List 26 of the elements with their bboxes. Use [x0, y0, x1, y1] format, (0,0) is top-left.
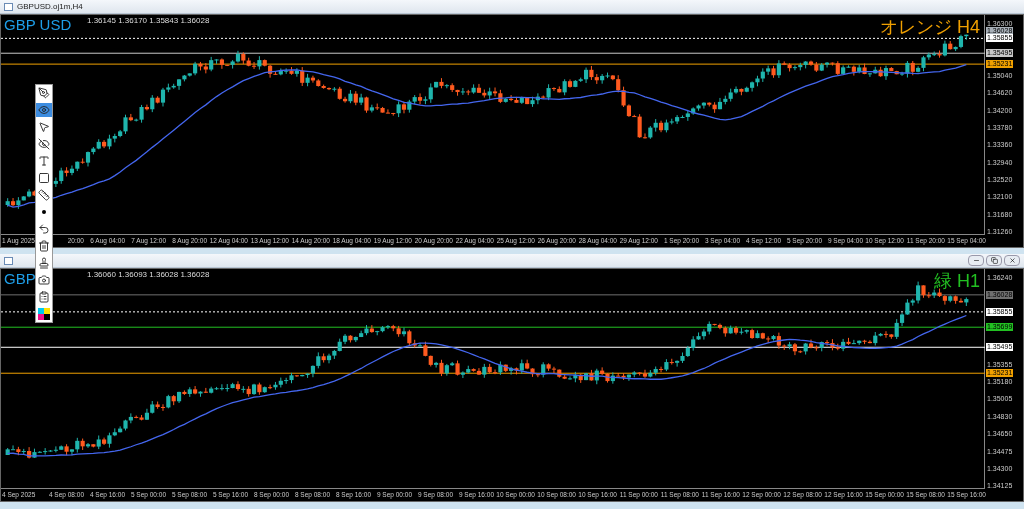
- timeframe-label: オレンジ H4: [880, 16, 980, 38]
- pen-tool[interactable]: [36, 86, 52, 100]
- square-tool[interactable]: [36, 171, 52, 185]
- close-icon: [1008, 257, 1016, 264]
- ohlc-readout: 1.36145 1.36170 1.35843 1.36028: [87, 16, 210, 25]
- ohlc-readout: 1.36060 1.36093 1.36028 1.36028: [87, 270, 210, 279]
- close-button[interactable]: [1004, 255, 1020, 266]
- cursor-tool[interactable]: [36, 120, 52, 134]
- stamp-tool[interactable]: [36, 256, 52, 270]
- symbol-label: GBP: [4, 270, 36, 288]
- clipboard-tool[interactable]: [36, 290, 52, 304]
- camera-tool[interactable]: [36, 273, 52, 287]
- color-palette-tool[interactable]: [36, 307, 52, 321]
- letter-tool[interactable]: [36, 154, 52, 168]
- timeframe-label: 緑 H1: [934, 270, 980, 292]
- chart-window-icon: [4, 256, 13, 265]
- trash-tool[interactable]: [36, 239, 52, 253]
- symbol-label: GBP USD: [4, 16, 72, 34]
- eye-slash-tool[interactable]: [36, 137, 52, 151]
- minimize-button[interactable]: [968, 255, 984, 266]
- window-title: GBPUSD.oj1m,H4: [17, 0, 83, 13]
- restore-icon: [990, 257, 998, 264]
- minimize-icon: [972, 257, 980, 264]
- restore-button[interactable]: [986, 255, 1002, 266]
- eye-tool[interactable]: [36, 103, 52, 117]
- chart-window-icon: [4, 2, 13, 11]
